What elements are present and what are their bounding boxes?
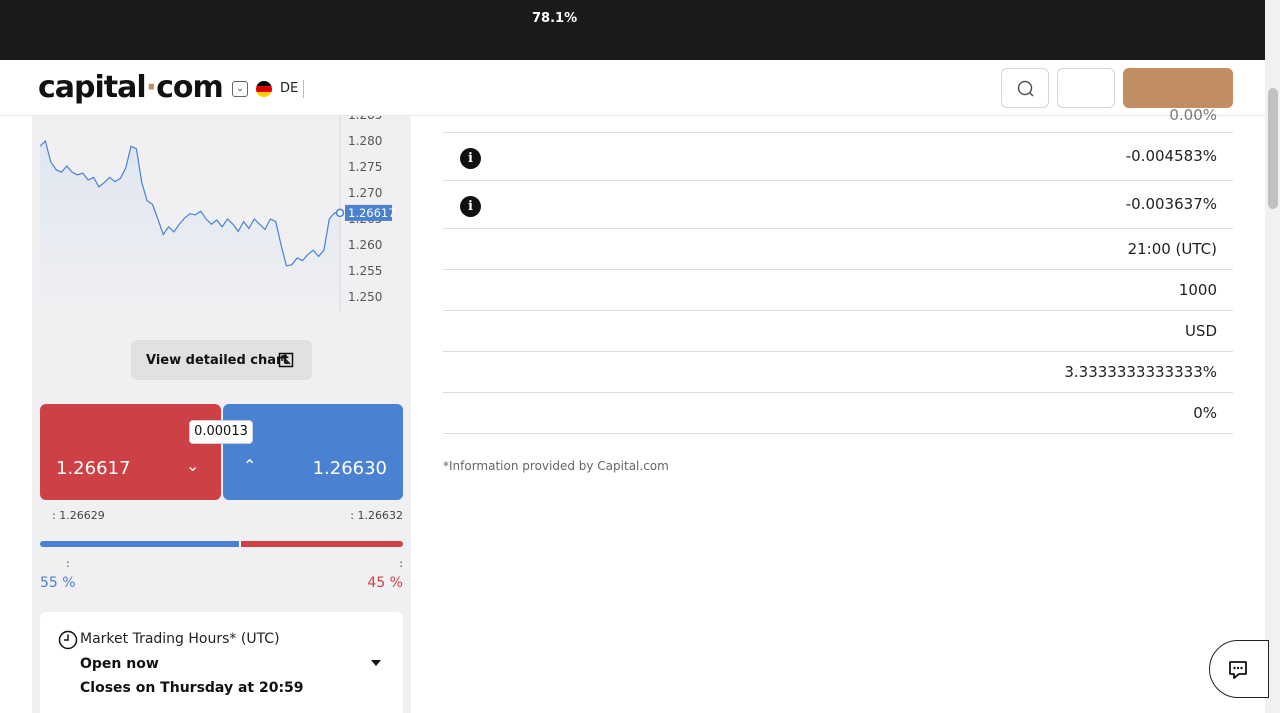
market-close-time: Closes on Thursday at 20:59: [80, 680, 304, 696]
row-value: -0.004583%: [1125, 147, 1217, 165]
y-tick-label: 1.275: [348, 160, 382, 174]
top-banner: 78.1%: [0, 0, 1265, 60]
buy-price: 1.26630: [312, 458, 387, 479]
chevron-up-icon: ⌃: [243, 456, 257, 475]
banner-percent: 78.1%: [532, 11, 578, 26]
current-price-label: 1.26617: [348, 206, 396, 220]
sentiment-buy-label: :: [66, 557, 70, 570]
buy-percent: 55 %: [40, 575, 76, 591]
buy-button[interactable]: ⌃ 1.26630: [223, 404, 403, 500]
y-tick-label: 1.250: [348, 290, 382, 304]
chart-area-fill: [40, 141, 340, 316]
logo[interactable]: capital·com: [38, 70, 224, 105]
header-divider: [303, 80, 304, 98]
current-price-dot: [335, 208, 345, 218]
instrument-panel: 1.2851.2801.2751.2701.2651.2601.2551.250…: [32, 116, 411, 713]
table-row: 3.3333333333333%: [443, 352, 1233, 393]
chat-icon: [1229, 661, 1247, 679]
sell-price: 1.26617: [56, 458, 131, 479]
germany-flag-icon[interactable]: [256, 81, 272, 97]
row-value: 0.00%: [1169, 106, 1217, 124]
row-value: 1000: [1178, 281, 1217, 299]
spread-badge: 0.00013: [189, 420, 253, 444]
logo-suffix: com: [156, 70, 224, 105]
chevron-down-icon: ⌄: [186, 456, 200, 475]
table-row: i -0.004583%: [443, 133, 1233, 181]
sell-percent: 45 %: [367, 575, 403, 591]
sentiment-buy-bar: [40, 541, 239, 547]
chevron-down-icon[interactable]: ⌄: [232, 81, 248, 97]
market-status: Open now: [80, 656, 159, 672]
row-value: USD: [1184, 322, 1217, 340]
info-icon[interactable]: i: [460, 196, 481, 217]
row-value: 21:00 (UTC): [1127, 240, 1217, 258]
y-tick-label: 1.285: [348, 116, 382, 122]
price-chart: 1.2851.2801.2751.2701.2651.2601.2551.250…: [39, 116, 396, 316]
market-hours-title: Market Trading Hours* (UTC): [80, 631, 280, 647]
row-value: -0.003637%: [1125, 195, 1217, 213]
table-row: i -0.003637%: [443, 181, 1233, 229]
y-tick-label: 1.270: [348, 186, 382, 200]
market-hours-card[interactable]: Market Trading Hours* (UTC) Open now Clo…: [40, 612, 403, 713]
y-tick-label: 1.260: [348, 238, 382, 252]
table-row: 0.00%: [443, 86, 1233, 133]
sell-button[interactable]: 1.26617 ⌄: [40, 404, 221, 500]
y-tick-label: 1.255: [348, 264, 382, 278]
sentiment-sell-label: :: [399, 557, 403, 570]
sentiment-sell-bar: [241, 541, 403, 547]
table-row: 0%: [443, 393, 1233, 434]
chat-button[interactable]: [1209, 640, 1269, 698]
table-row: 1000: [443, 270, 1233, 311]
language-code[interactable]: DE: [280, 81, 298, 96]
view-detailed-chart-button[interactable]: View detailed chart: [131, 340, 312, 380]
caret-down-icon[interactable]: [370, 657, 382, 669]
high-price-label: : 1.26632: [350, 509, 403, 522]
row-value: 3.3333333333333%: [1064, 363, 1217, 381]
logo-dot: ·: [145, 70, 157, 105]
table-row: USD: [443, 311, 1233, 352]
row-value: 0%: [1193, 404, 1217, 422]
expand-chart-icon: [278, 352, 294, 368]
view-detailed-chart-label: View detailed chart: [146, 352, 289, 368]
table-row: 21:00 (UTC): [443, 229, 1233, 270]
y-tick-label: 1.280: [348, 134, 382, 148]
info-icon[interactable]: i: [460, 148, 481, 169]
details-table: 0.00% i -0.004583% i -0.003637% 21:00 (U…: [443, 86, 1233, 434]
scrollbar-thumb[interactable]: [1268, 88, 1278, 209]
info-footnote: *Information provided by Capital.com: [443, 459, 669, 473]
low-price-label: : 1.26629: [52, 509, 105, 522]
logo-text: capital: [38, 70, 147, 105]
clock-icon: [58, 630, 78, 650]
